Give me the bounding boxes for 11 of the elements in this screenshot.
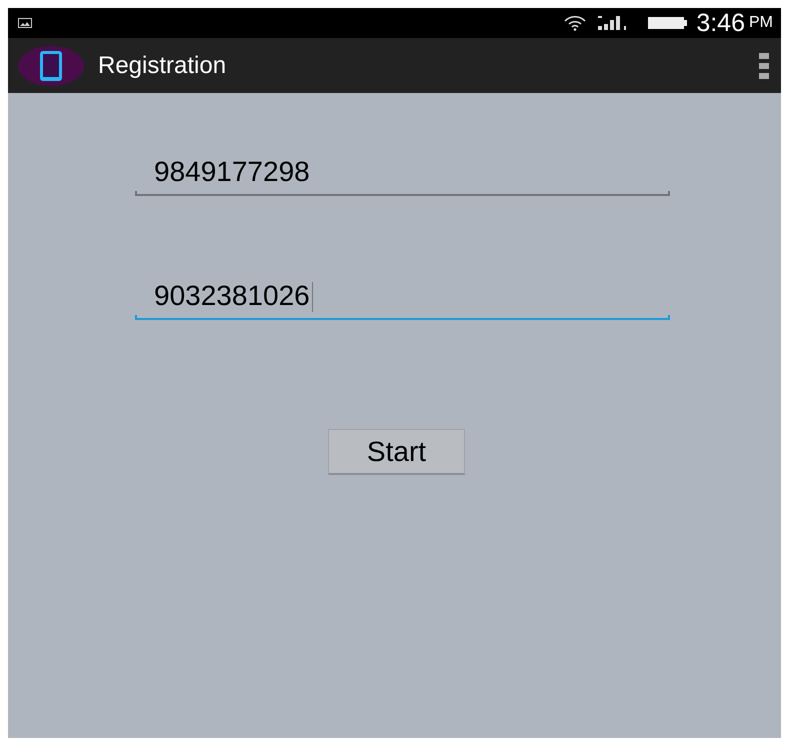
- phone-number-field[interactable]: 9849177298: [135, 152, 670, 196]
- app-logo-icon: [18, 46, 84, 86]
- image-notification-icon: [18, 18, 32, 28]
- clock-period: PM: [749, 14, 773, 32]
- overflow-menu-icon[interactable]: [759, 52, 769, 78]
- wifi-icon: [564, 15, 586, 31]
- app-title: Registration: [98, 52, 228, 80]
- battery-icon: [648, 16, 688, 30]
- start-button[interactable]: Start: [328, 429, 465, 475]
- phone-number-field[interactable]: 9032381026: [135, 276, 670, 320]
- clock-time: 3:46: [696, 8, 745, 38]
